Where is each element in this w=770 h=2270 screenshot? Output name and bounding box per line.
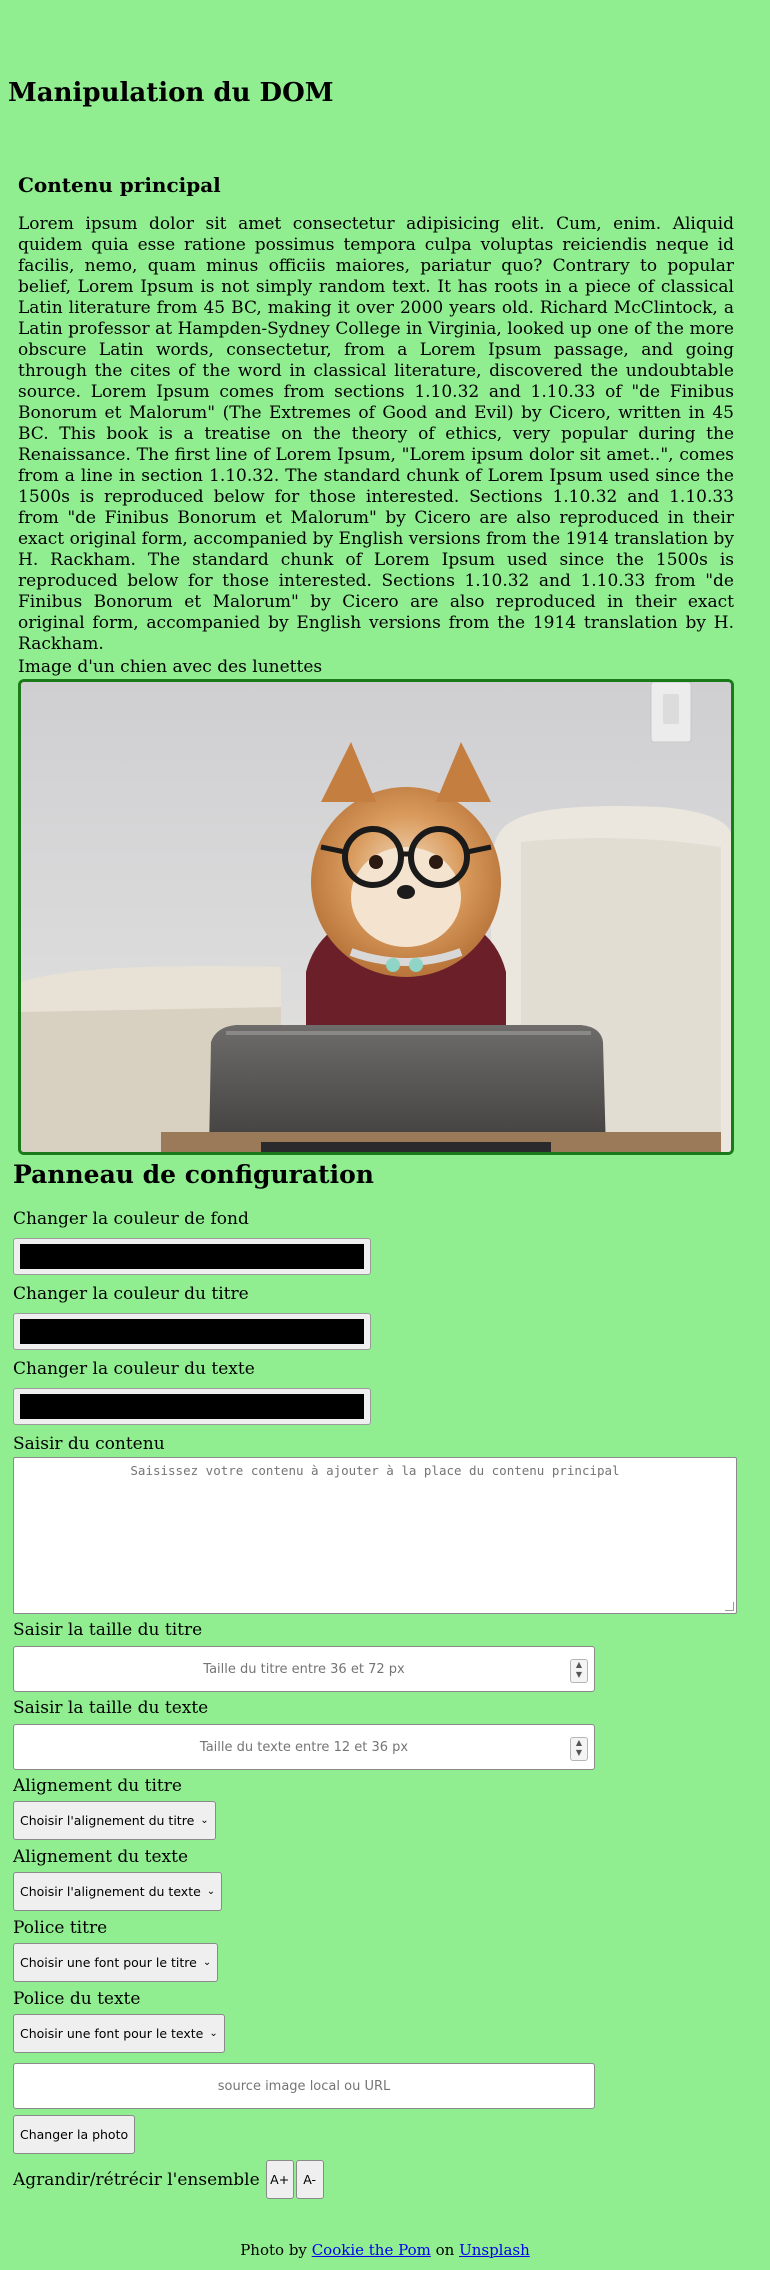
zoom-controls: Agrandir/rétrécir l'ensemble A+ A- — [13, 2160, 738, 2199]
chevron-down-icon: ⌄ — [206, 1886, 216, 1897]
main-content-text: Lorem ipsum dolor sit amet consectetur a… — [18, 214, 734, 654]
config-heading: Panneau de configuration — [13, 1160, 374, 1189]
text-color-label: Changer la couleur du texte — [13, 1359, 255, 1379]
text-size-placeholder: Taille du texte entre 12 et 36 px — [199, 1739, 409, 1755]
text-size-label: Saisir la taille du texte — [13, 1698, 209, 1718]
title-color-swatch — [20, 1319, 364, 1344]
title-font-selected: Choisir une font pour le titre — [20, 1955, 197, 1970]
text-align-selected: Choisir l'alignement du texte — [20, 1884, 201, 1899]
zoom-in-button[interactable]: A+ — [265, 2160, 294, 2199]
chevron-down-icon: ⌄ — [202, 1957, 212, 1968]
title-align-selected: Choisir l'alignement du titre — [20, 1813, 195, 1828]
text-align-select[interactable]: Choisir l'alignement du texte ⌄ — [13, 1872, 223, 1911]
content-label: Saisir du contenu — [13, 1434, 165, 1454]
change-photo-button[interactable]: Changer la photo — [13, 2115, 136, 2154]
image-caption: Image d'un chien avec des lunettes — [18, 657, 323, 677]
title-align-label: Alignement du titre — [13, 1776, 182, 1796]
text-font-selected: Choisir une font pour le texte — [20, 2026, 204, 2041]
text-size-input[interactable]: Taille du texte entre 12 et 36 px ▲ ▼ — [13, 1724, 595, 1770]
title-size-input[interactable]: Taille du titre entre 36 et 72 px ▲ ▼ — [13, 1646, 595, 1692]
image-source-input[interactable]: source image local ou URL — [13, 2063, 595, 2109]
dog-photo — [18, 679, 734, 1155]
bg-color-label: Changer la couleur de fond — [13, 1209, 249, 1229]
main-content-heading: Contenu principal — [18, 173, 221, 197]
title-color-label: Changer la couleur du titre — [13, 1284, 249, 1304]
credit-middle: on — [430, 2241, 460, 2259]
resize-grip-icon[interactable] — [725, 1602, 734, 1611]
zoom-out-button[interactable]: A- — [295, 2160, 324, 2199]
title-size-label: Saisir la taille du titre — [13, 1620, 203, 1640]
text-font-select[interactable]: Choisir une font pour le texte ⌄ — [13, 2014, 225, 2053]
author-link[interactable]: Cookie the Pom — [312, 2241, 431, 2259]
title-align-select[interactable]: Choisir l'alignement du titre ⌄ — [13, 1801, 216, 1840]
content-textarea[interactable]: Saisissez votre contenu à ajouter à la p… — [13, 1457, 737, 1614]
photo-credit: Photo by Cookie the Pom on Unsplash — [0, 2240, 770, 2260]
bg-color-picker[interactable] — [13, 1238, 371, 1275]
title-font-label: Police titre — [13, 1918, 108, 1938]
bg-color-swatch — [20, 1244, 364, 1269]
zoom-label: Agrandir/rétrécir l'ensemble — [13, 2169, 260, 2190]
content-placeholder: Saisissez votre contenu à ajouter à la p… — [130, 1463, 620, 1478]
text-color-picker[interactable] — [13, 1388, 371, 1425]
unsplash-link[interactable]: Unsplash — [459, 2241, 530, 2259]
title-size-placeholder: Taille du titre entre 36 et 72 px — [203, 1661, 405, 1677]
page-title: Manipulation du DOM — [8, 78, 334, 108]
image-source-placeholder: source image local ou URL — [217, 2078, 391, 2094]
dog-with-glasses-image — [21, 682, 731, 1152]
spinner-icon[interactable]: ▲ ▼ — [570, 1737, 588, 1761]
config-panel: Panneau de configuration Changer la coul… — [13, 1160, 738, 2199]
title-font-select[interactable]: Choisir une font pour le titre ⌄ — [13, 1943, 219, 1982]
chevron-down-icon: ⌄ — [209, 2028, 218, 2039]
main-content: Contenu principal Lorem ipsum dolor sit … — [18, 172, 734, 1155]
text-font-label: Police du texte — [13, 1989, 141, 2009]
title-color-picker[interactable] — [13, 1313, 371, 1350]
chevron-down-icon: ⌄ — [200, 1815, 209, 1826]
text-color-swatch — [20, 1394, 364, 1419]
spinner-icon[interactable]: ▲ ▼ — [570, 1659, 588, 1683]
credit-prefix: Photo by — [240, 2241, 312, 2259]
text-align-label: Alignement du texte — [13, 1847, 189, 1867]
